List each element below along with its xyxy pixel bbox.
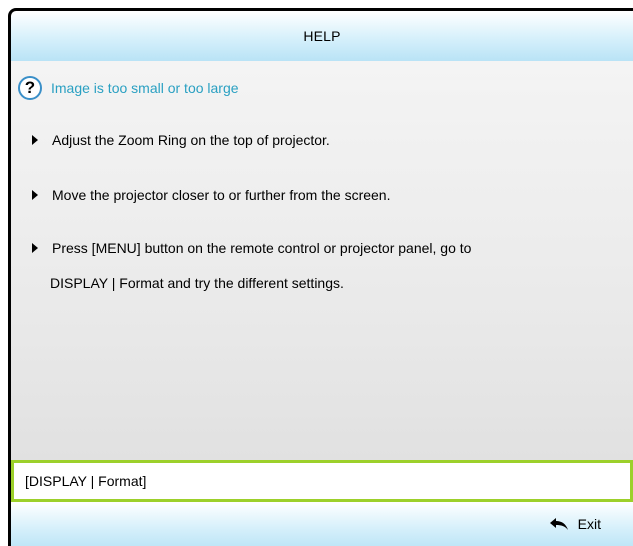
list-item-text: Move the projector closer to or further … [52, 187, 391, 203]
menu-path-text: [DISPLAY | Format] [25, 473, 147, 489]
help-content: ? Image is too small or too large Adjust… [11, 61, 633, 460]
list-item-text: Press [MENU] button on the remote contro… [52, 240, 472, 256]
exit-label: Exit [577, 516, 601, 532]
help-header: HELP [11, 11, 633, 61]
list-item: Adjust the Zoom Ring on the top of proje… [32, 132, 330, 148]
help-panel: HELP ? Image is too small or too large A… [11, 11, 633, 546]
return-arrow-icon [549, 518, 568, 530]
menu-path-box[interactable]: [DISPLAY | Format] [11, 460, 633, 502]
bullet-arrow-icon [32, 190, 38, 200]
help-footer: Exit [11, 502, 633, 546]
bullet-arrow-icon [32, 243, 38, 253]
help-topic: ? Image is too small or too large [18, 76, 239, 100]
list-item-continuation: DISPLAY | Format and try the different s… [50, 275, 344, 291]
help-topic-title: Image is too small or too large [51, 80, 239, 96]
list-item-text: Adjust the Zoom Ring on the top of proje… [52, 132, 330, 148]
bullet-arrow-icon [32, 135, 38, 145]
list-item: Move the projector closer to or further … [32, 187, 390, 203]
question-icon: ? [18, 76, 42, 100]
page-title: HELP [303, 28, 341, 44]
list-item: Press [MENU] button on the remote contro… [32, 240, 471, 256]
exit-button[interactable]: Exit [549, 516, 601, 532]
